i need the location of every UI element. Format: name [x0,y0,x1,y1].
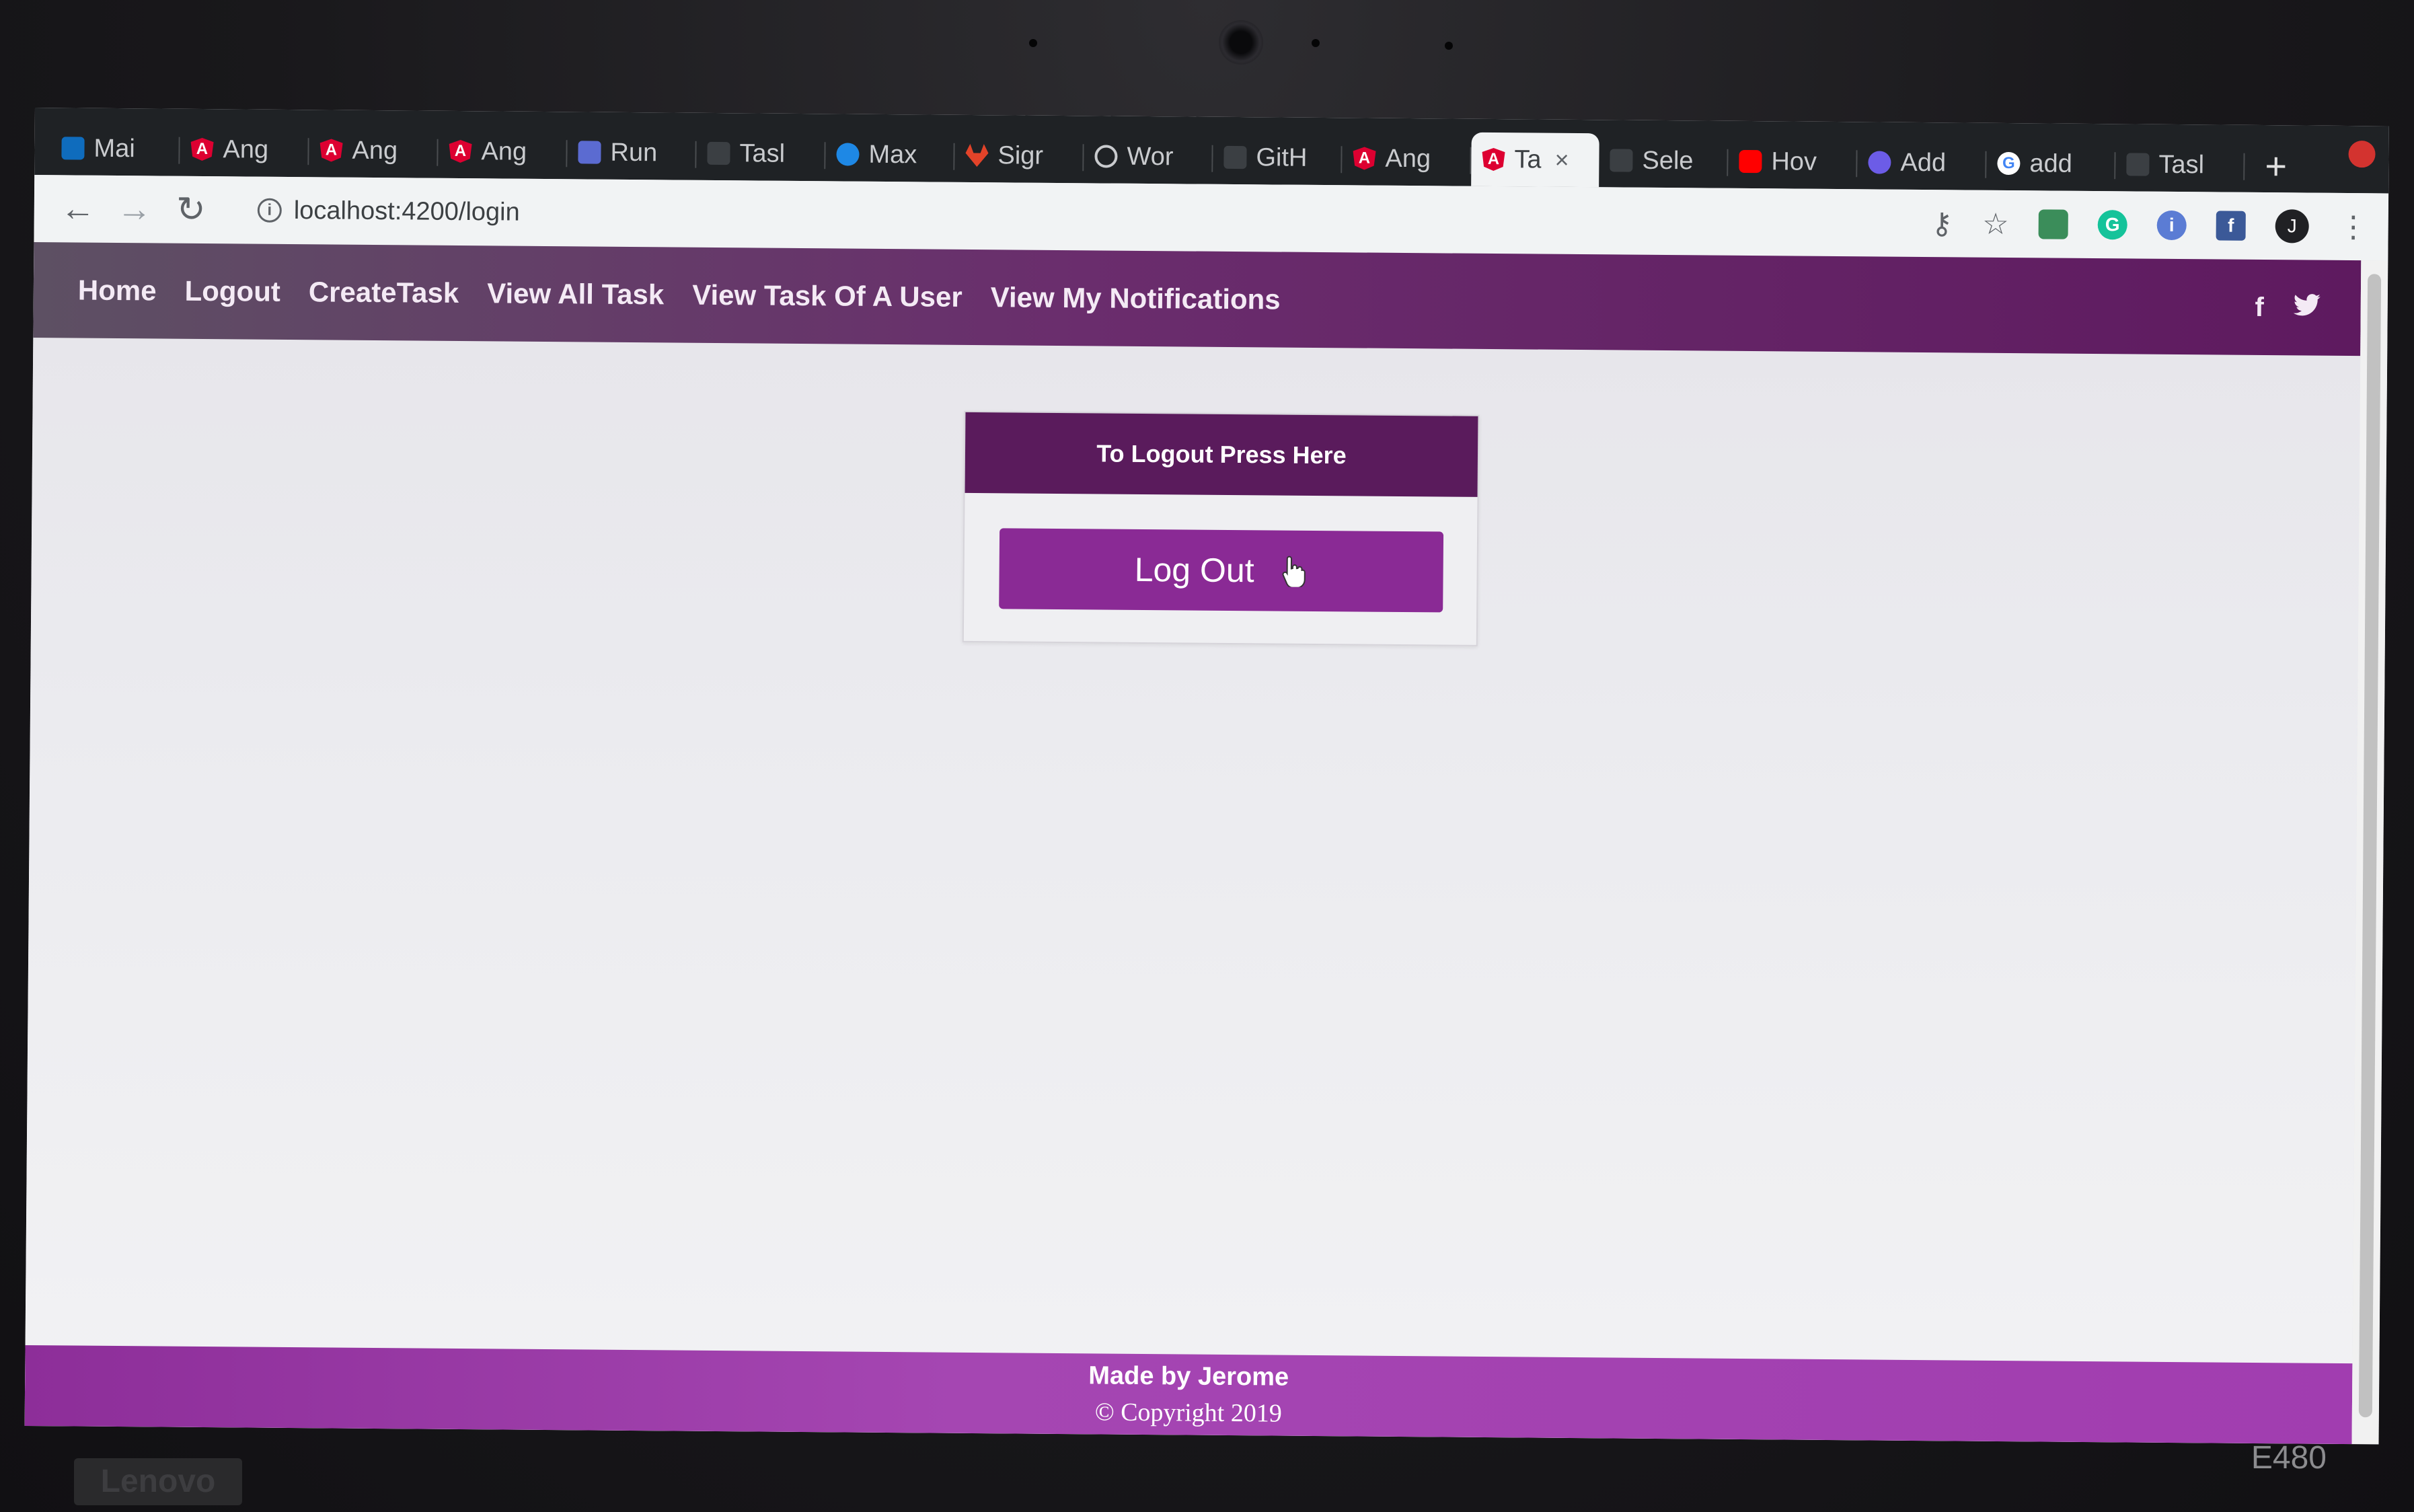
google-icon: G [1997,151,2021,176]
outlook-icon [61,137,85,160]
blank-icon [2126,153,2150,176]
tab-active[interactable]: A Ta × [1471,132,1599,188]
github-icon [1223,145,1247,169]
tab-label: Ang [1385,144,1431,173]
sensor-dot [1445,42,1453,50]
cors-extension-icon[interactable] [2038,209,2068,239]
gitlab-icon [965,144,988,167]
logout-card-header: To Logout Press Here [965,412,1478,497]
nav-home-link[interactable]: Home [78,274,157,307]
facebook-extension-icon[interactable]: f [2216,211,2246,241]
browser-tab[interactable]: Hov [1728,135,1858,190]
browser-tab[interactable]: Tasl [696,126,826,182]
tab-label: Ang [223,135,269,164]
browser-tab[interactable]: Sigr [954,128,1084,184]
wordpress-icon [1094,145,1118,168]
model-label: E480 [2251,1440,2327,1476]
browser-tab[interactable]: A Ang [180,122,309,178]
profile-avatar[interactable]: J [2275,209,2309,243]
sensor-dot [1312,39,1320,47]
browser-tab[interactable]: Mai [50,121,180,176]
new-tab-button[interactable]: + [2245,139,2307,193]
scrollbar-thumb[interactable] [2358,274,2382,1418]
close-icon[interactable]: × [1554,146,1569,174]
key-icon[interactable]: ⚷ [1931,206,1953,241]
browser-tab[interactable]: Add [1857,135,1987,190]
nav-view-notifications-link[interactable]: View My Notifications [990,281,1281,315]
tab-label: GitH [1256,143,1308,172]
nav-view-all-task-link[interactable]: View All Task [487,277,664,311]
addon-icon [1868,151,1891,174]
tab-label: Ta [1514,145,1542,174]
info-icon[interactable]: i [257,198,282,223]
tab-label: Hov [1771,147,1817,176]
youtube-icon [1739,149,1762,174]
lenovo-logo: Lenovo [74,1458,242,1505]
run-icon [578,141,601,164]
footer-made-by: Made by Jerome [1088,1361,1289,1392]
window-close-icon[interactable] [2348,141,2376,168]
web-page: Home Logout CreateTask View All Task Vie… [24,241,2362,1445]
menu-icon[interactable]: ⋮ [2339,209,2368,243]
social-links: f [2255,260,2321,356]
webcam-icon [1219,20,1263,65]
browser-tab[interactable]: GitH [1213,130,1343,186]
tab-label: Wor [1127,142,1174,171]
tab-label: Sigr [997,141,1044,170]
tab-label: Max [868,140,917,169]
sensor-dot [1029,39,1037,47]
main-navbar: Home Logout CreateTask View All Task Vie… [33,241,2362,356]
extension-icon[interactable]: i [2156,210,2187,241]
browser-tab[interactable]: A Ang [309,123,439,178]
logout-button-label: Log Out [1134,550,1254,590]
back-icon[interactable]: ← [54,185,102,233]
tab-label: Ang [481,137,527,166]
url-text: localhost:4200/login [293,196,520,227]
twitter-icon[interactable] [2293,293,2321,323]
tab-label: Tasl [2158,150,2205,179]
pointer-hand-icon [1279,555,1308,589]
toolbar-right-icons: ⚷ ☆ G i f J ⋮ [1931,190,2368,260]
nav-view-task-of-user-link[interactable]: View Task Of A User [692,279,963,313]
tab-label: Mai [93,134,135,163]
tab-label: Sele [1642,146,1694,175]
address-bar[interactable]: i localhost:4200/login [257,196,520,227]
logout-button[interactable]: Log Out [999,528,1444,613]
star-icon[interactable]: ☆ [1982,206,2009,241]
nav-logout-link[interactable]: Logout [184,275,280,308]
page-footer: Made by Jerome © Copyright 2019 [24,1345,2353,1445]
browser-tab[interactable]: Wor [1084,129,1213,184]
blank-icon [707,141,730,165]
facebook-icon[interactable]: f [2255,292,2264,322]
angular-icon: A [190,138,213,161]
browser-tab[interactable]: A Ang [438,124,568,180]
laptop-bezel: Mai A Ang A Ang A Ang Run Tasl Max Sigr Wor GitH A Ang… [0,0,2414,1512]
browser-tab[interactable]: Max [825,127,955,182]
browser-tab[interactable]: A Ang [1342,131,1472,186]
forward-icon[interactable]: → [111,186,159,233]
grammarly-icon[interactable]: G [2097,210,2127,240]
logout-card: To Logout Press Here Log Out [962,410,1480,646]
angular-icon: A [1353,147,1375,169]
angular-icon: A [1482,148,1505,171]
blank-icon [1610,149,1633,172]
laptop-screen: Mai A Ang A Ang A Ang Run Tasl Max Sigr Wor GitH A Ang… [24,108,2389,1445]
angular-icon: A [319,139,342,161]
browser-tab[interactable]: Gadd [1986,137,2116,192]
nav-create-task-link[interactable]: CreateTask [309,276,459,309]
tab-label: Ang [352,136,398,165]
footer-copyright: © Copyright 2019 [1094,1397,1282,1428]
browser-tab[interactable]: Tasl [2115,137,2245,192]
angular-icon: A [449,140,472,163]
salesforce-icon [836,143,860,166]
browser-tab[interactable]: Run [567,125,697,180]
tab-label: Tasl [739,139,786,168]
tab-label: Add [1900,148,1947,177]
browser-tab[interactable]: Sele [1599,133,1729,188]
reload-icon[interactable]: ↻ [167,186,215,234]
tab-label: Run [610,138,658,167]
tab-label: add [2029,149,2073,178]
